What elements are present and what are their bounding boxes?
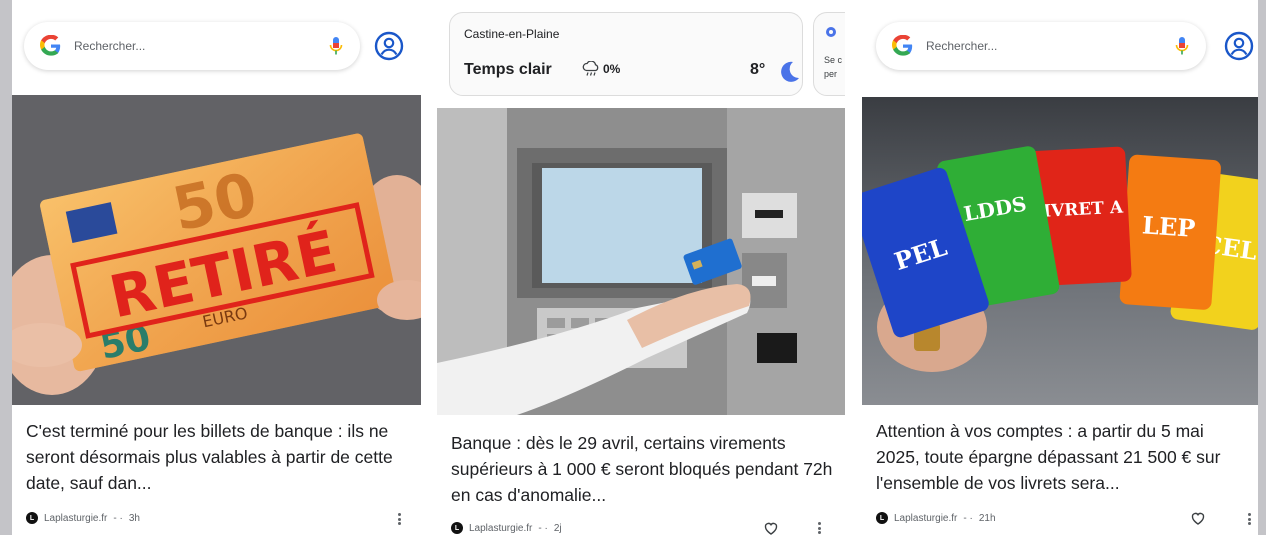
precip-value: 0% xyxy=(603,62,621,76)
article-time: 2j xyxy=(553,522,562,534)
heart-icon[interactable] xyxy=(763,520,779,535)
more-vert-icon[interactable] xyxy=(816,522,822,534)
article-meta: L Laplasturgie.fr - · 3h xyxy=(26,512,140,524)
meta-separator: - · xyxy=(538,522,548,534)
article-headline[interactable]: C'est terminé pour les billets de banque… xyxy=(26,418,411,496)
google-logo-icon xyxy=(890,33,916,59)
weather-temperature: 8° xyxy=(750,61,766,78)
feed-panel-1: Rechercher... 50 50 EURO RETIRÉ C'est te… xyxy=(12,0,421,535)
search-placeholder: Rechercher... xyxy=(74,39,146,53)
article-time: 21h xyxy=(978,512,996,524)
rain-cloud-icon xyxy=(582,61,599,76)
article-meta: L Laplasturgie.fr - · 21h xyxy=(876,512,996,524)
search-placeholder: Rechercher... xyxy=(926,39,998,53)
mic-icon[interactable] xyxy=(1172,34,1192,58)
weather-card[interactable]: Castine-en-Plaine Temps clair 0% 8° xyxy=(449,12,803,96)
source-name: Laplasturgie.fr xyxy=(469,522,533,534)
article-time: 3h xyxy=(128,512,140,524)
next-info-card[interactable]: Se c per xyxy=(813,12,845,96)
weather-precipitation: 0% xyxy=(582,61,620,77)
google-logo-icon xyxy=(38,33,64,59)
weather-condition: Temps clair xyxy=(464,61,552,78)
article-headline[interactable]: Attention à vos comptes : a partir du 5 … xyxy=(876,418,1248,496)
more-vert-icon[interactable] xyxy=(396,513,402,525)
search-bar[interactable]: Rechercher... xyxy=(876,22,1206,70)
article-image-atm[interactable] xyxy=(437,108,845,415)
source-name: Laplasturgie.fr xyxy=(894,512,958,524)
feed-panel-2: Castine-en-Plaine Temps clair 0% 8° Se c… xyxy=(437,0,845,535)
mic-icon[interactable] xyxy=(326,34,346,58)
account-icon[interactable] xyxy=(374,31,404,61)
source-logo-icon: L xyxy=(26,512,38,524)
article-headline[interactable]: Banque : dès le 29 avril, certains virem… xyxy=(451,430,835,508)
next-card-text-2: per xyxy=(824,69,838,79)
feed-panel-3: Rechercher... CEL LEP LIVRET A LDDS PEL … xyxy=(862,0,1258,535)
article-meta: L Laplasturgie.fr - · 2j xyxy=(451,522,562,534)
source-logo-icon: L xyxy=(451,522,463,534)
search-bar[interactable]: Rechercher... xyxy=(24,22,360,70)
article-image-savings-cards[interactable]: CEL LEP LIVRET A LDDS PEL xyxy=(862,97,1258,405)
right-frame xyxy=(1258,0,1266,535)
gear-icon xyxy=(826,27,836,37)
account-icon[interactable] xyxy=(1224,31,1254,61)
card-label-lep: LEP xyxy=(1141,210,1196,243)
source-name: Laplasturgie.fr xyxy=(44,512,108,524)
article-image-banknote[interactable]: 50 50 EURO RETIRÉ xyxy=(12,95,421,405)
weather-city: Castine-en-Plaine xyxy=(464,27,560,41)
more-vert-icon[interactable] xyxy=(1246,513,1252,525)
meta-separator: - · xyxy=(113,512,123,524)
left-frame xyxy=(0,0,12,535)
moon-icon xyxy=(781,61,799,82)
source-logo-icon: L xyxy=(876,512,888,524)
next-card-text-1: Se c xyxy=(824,55,843,65)
heart-icon[interactable] xyxy=(1190,510,1206,526)
meta-separator: - · xyxy=(963,512,973,524)
